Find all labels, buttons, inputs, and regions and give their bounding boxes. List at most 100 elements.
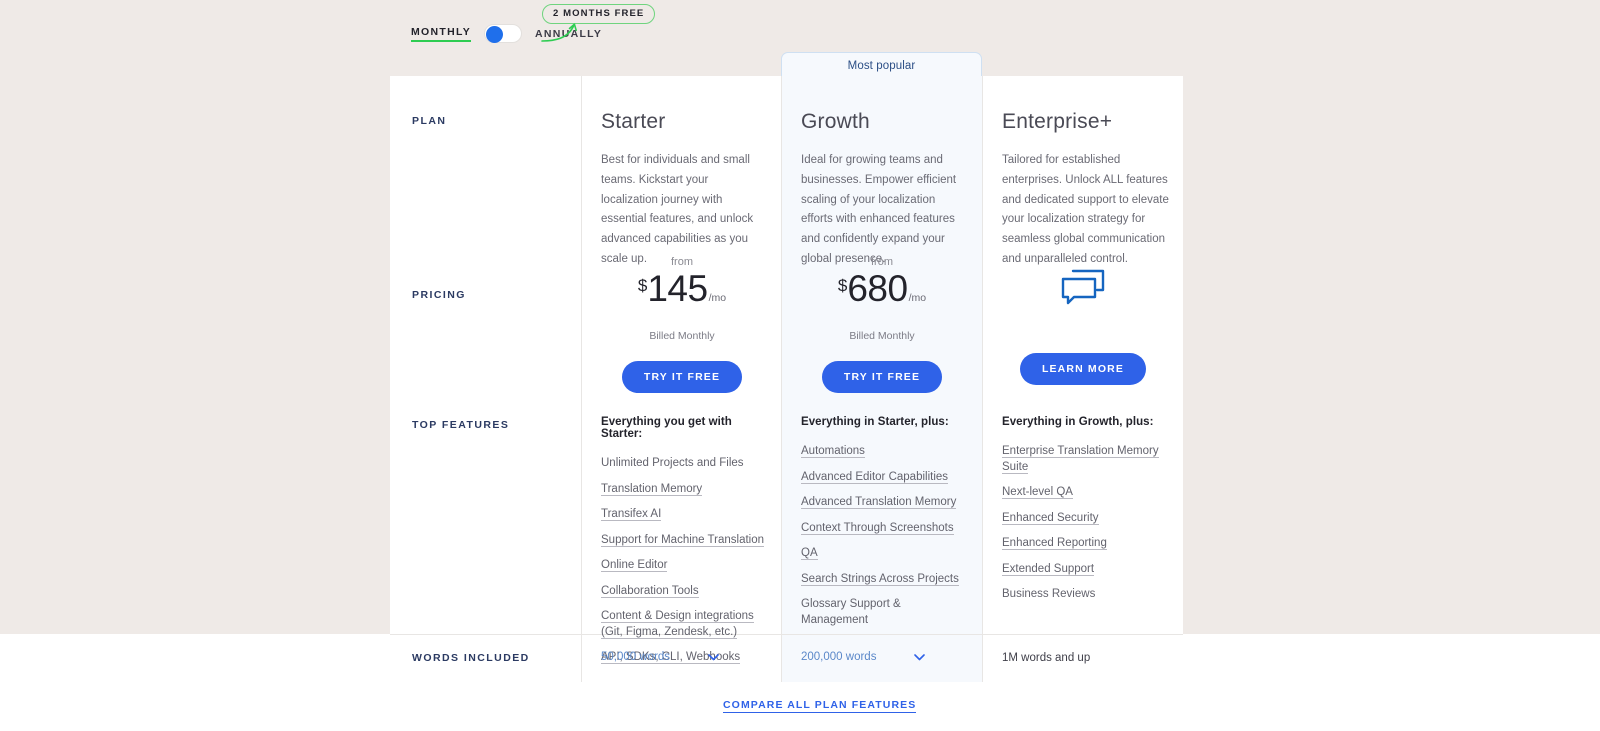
billing-note: Billed Monthly (849, 330, 915, 342)
list-item[interactable]: Translation Memory (601, 482, 771, 498)
feature-link[interactable]: Online Editor (601, 559, 668, 573)
feature-link[interactable]: QA (801, 547, 818, 561)
enterprise-words-included: 1M words and up (1002, 652, 1091, 664)
list-item[interactable]: Content & Design integrations (Git, Figm… (601, 609, 771, 640)
list-item[interactable]: Next-level QA (1002, 485, 1180, 501)
feature-label: Glossary Support & Management (801, 598, 901, 626)
list-item[interactable]: QA (801, 546, 971, 562)
enterprise-plan-header: Enterprise+ Tailored for established ent… (1002, 110, 1170, 270)
column-divider (581, 76, 582, 682)
plan-description: Tailored for established enterprises. Un… (1002, 154, 1169, 265)
toggle-knob (486, 26, 504, 43)
billing-monthly-label[interactable]: MONTHLY (411, 26, 472, 42)
billing-note: Billed Monthly (649, 330, 715, 342)
feature-link[interactable]: Enhanced Reporting (1002, 537, 1107, 551)
list-item[interactable]: Advanced Translation Memory (801, 495, 971, 511)
row-label-words-included: WORDS INCLUDED (412, 652, 530, 664)
growth-pricing: from $ 680 /mo Billed Monthly TRY IT FRE… (801, 256, 963, 393)
price-amount-row: $ 145 /mo (601, 270, 763, 307)
feature-link[interactable]: Content & Design integrations (Git, Figm… (601, 610, 754, 639)
list-item[interactable]: Collaboration Tools (601, 584, 771, 600)
feature-link[interactable]: Next-level QA (1002, 486, 1073, 500)
feature-link[interactable]: Extended Support (1002, 562, 1095, 576)
price-prefix: from (671, 256, 693, 268)
price-prefix: from (871, 256, 893, 268)
feature-link[interactable]: Context Through Screenshots (801, 521, 954, 535)
feature-link[interactable]: Search Strings Across Projects (801, 572, 959, 586)
list-item[interactable]: Transifex AI (601, 507, 771, 523)
feature-link[interactable]: Advanced Translation Memory (801, 496, 957, 510)
starter-plan-header: Starter Best for individuals and small t… (601, 110, 763, 270)
features-list: Unlimited Projects and Files Translation… (601, 456, 771, 666)
plan-description: Ideal for growing teams and businesses. … (801, 154, 957, 265)
feature-link[interactable]: Enhanced Security (1002, 511, 1099, 525)
chevron-down-icon[interactable] (914, 653, 926, 661)
feature-label: Unlimited Projects and Files (601, 457, 744, 469)
words-value: 50,000 words (601, 651, 671, 663)
chevron-down-icon[interactable] (708, 653, 719, 661)
currency-symbol: $ (837, 276, 848, 295)
features-heading: Everything you get with Starter: (601, 416, 732, 440)
feature-link[interactable]: Enterprise Translation Memory Suite (1002, 445, 1159, 474)
price-amount-row: $ 680 /mo (801, 270, 963, 307)
promo-badge: 2 MONTHS FREE (542, 4, 656, 24)
price-period: /mo (708, 292, 727, 304)
list-item[interactable]: Support for Machine Translation (601, 533, 771, 549)
feature-link[interactable]: Collaboration Tools (601, 584, 699, 598)
list-item[interactable]: Enhanced Reporting (1002, 536, 1180, 552)
label-column (390, 76, 581, 634)
features-heading: Everything in Starter, plus: (801, 416, 949, 428)
billing-toggle-switch[interactable] (484, 24, 523, 43)
row-label-plan: PLAN (412, 115, 447, 127)
row-label-top-features: TOP FEATURES (412, 419, 510, 431)
plan-name: Growth (801, 110, 870, 133)
enterprise-cta-button[interactable]: LEARN MORE (1019, 353, 1147, 385)
list-item[interactable]: Search Strings Across Projects (801, 572, 971, 588)
most-popular-banner: Most popular (781, 52, 982, 78)
features-list: Automations Advanced Editor Capabilities… (801, 444, 971, 628)
list-item[interactable]: Advanced Editor Capabilities (801, 470, 971, 486)
plan-name: Starter (601, 110, 666, 133)
feature-link[interactable]: Advanced Editor Capabilities (801, 470, 949, 484)
currency-symbol: $ (637, 276, 648, 295)
feature-link[interactable]: Support for Machine Translation (601, 533, 765, 547)
growth-cta-button[interactable]: TRY IT FREE (821, 361, 943, 393)
feature-link[interactable]: Automations (801, 445, 865, 458)
plan-comparison-table: PLAN PRICING TOP FEATURES WORDS INCLUDED… (390, 76, 1183, 682)
feature-link[interactable]: Transifex AI (601, 508, 662, 522)
price-value: 680 (847, 268, 908, 309)
words-value: 200,000 words (801, 651, 877, 663)
enterprise-features: Everything in Growth, plus: Enterprise T… (1002, 416, 1180, 613)
list-item: Glossary Support & Management (801, 597, 971, 628)
list-item[interactable]: Extended Support (1002, 562, 1180, 578)
list-item[interactable]: Online Editor (601, 558, 771, 574)
growth-words-included[interactable]: 200,000 words (801, 651, 926, 663)
features-list: Enterprise Translation Memory Suite Next… (1002, 444, 1180, 603)
plan-description: Best for individuals and small teams. Ki… (601, 154, 754, 265)
feature-link[interactable]: Translation Memory (601, 482, 703, 496)
curved-arrow-icon (541, 23, 577, 42)
plan-name: Enterprise+ (1002, 110, 1113, 133)
starter-words-included[interactable]: 50,000 words (601, 651, 719, 663)
column-divider (982, 76, 983, 682)
row-label-pricing: PRICING (412, 289, 466, 301)
pricing-page: MONTHLY ANNUALLY 2 MONTHS FREE Most popu… (0, 0, 1600, 731)
compare-all-plan-features-link[interactable]: COMPARE ALL PLAN FEATURES (723, 699, 917, 713)
list-item: Business Reviews (1002, 587, 1180, 603)
price-period: /mo (908, 292, 927, 304)
row-divider (390, 634, 1183, 635)
price-value: 145 (647, 268, 708, 309)
features-heading: Everything in Growth, plus: (1002, 416, 1154, 428)
enterprise-pricing: LEARN MORE (1002, 266, 1164, 385)
growth-plan-header: Growth Ideal for growing teams and busin… (801, 110, 963, 270)
list-item[interactable]: Enterprise Translation Memory Suite (1002, 444, 1180, 475)
growth-features: Everything in Starter, plus: Automations… (801, 416, 971, 638)
starter-pricing: from $ 145 /mo Billed Monthly TRY IT FRE… (601, 256, 763, 393)
list-item[interactable]: Enhanced Security (1002, 511, 1180, 527)
starter-cta-button[interactable]: TRY IT FREE (621, 361, 743, 393)
list-item[interactable]: Context Through Screenshots (801, 521, 971, 537)
column-divider (781, 76, 782, 682)
starter-features: Everything you get with Starter: Unlimit… (601, 416, 771, 676)
list-item[interactable]: Automations (801, 444, 971, 460)
list-item: Unlimited Projects and Files (601, 456, 771, 472)
